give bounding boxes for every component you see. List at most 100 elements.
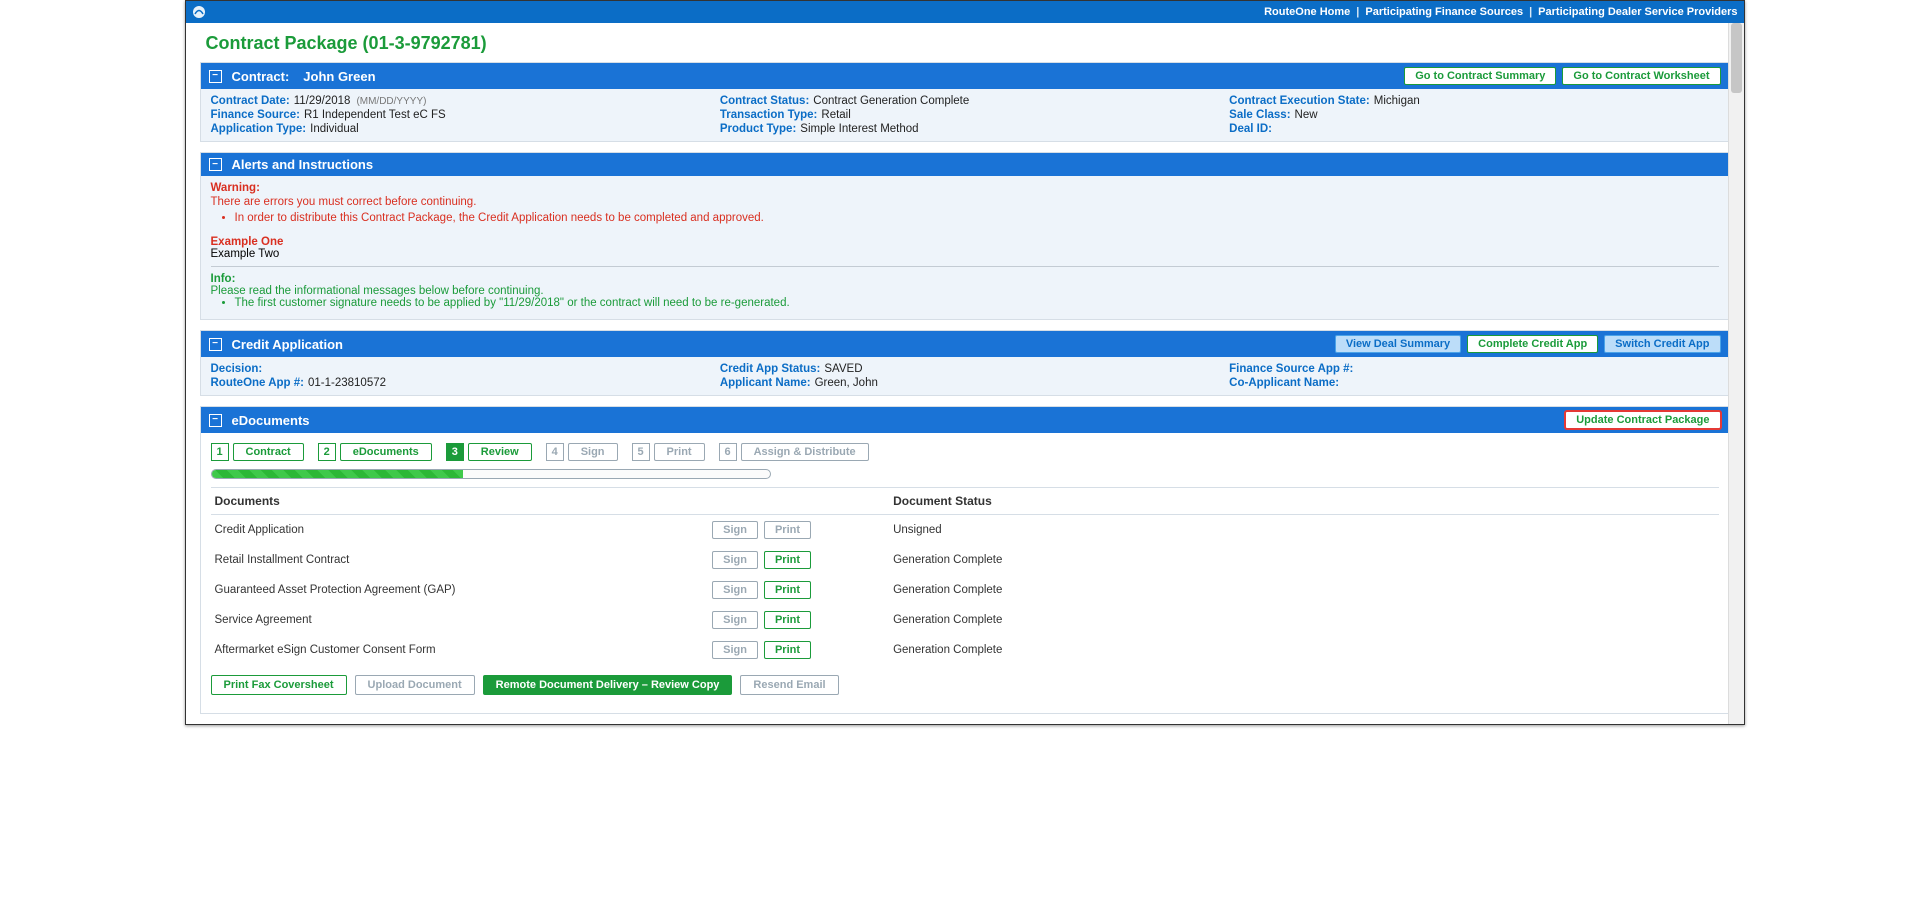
val-exec-state: Michigan bbox=[1374, 95, 1420, 107]
credit-app-grid: Decision: Credit App Status:SAVED Financ… bbox=[201, 357, 1729, 395]
lbl-coapplicant-name: Co-Applicant Name: bbox=[1229, 377, 1339, 389]
step-button[interactable]: eDocuments bbox=[340, 443, 432, 461]
col-status: Document Status bbox=[889, 488, 1718, 515]
doc-status: Generation Complete bbox=[889, 635, 1718, 665]
step-contract: 1Contract bbox=[211, 443, 304, 461]
step-assign-distribute: 6Assign & Distribute bbox=[719, 443, 869, 461]
warning-text: There are errors you must correct before… bbox=[211, 196, 1719, 208]
table-row: Retail Installment ContractSignPrintGene… bbox=[211, 545, 1719, 575]
hint-date-format: (MM/DD/YYYY) bbox=[356, 96, 426, 107]
collapse-icon[interactable]: − bbox=[209, 158, 222, 171]
progress-bar bbox=[211, 469, 771, 479]
view-deal-summary-button[interactable]: View Deal Summary bbox=[1335, 335, 1461, 353]
val-applicant-name: Green, John bbox=[815, 377, 878, 389]
collapse-icon[interactable]: − bbox=[209, 338, 222, 351]
section-alerts: − Alerts and Instructions Warning: There… bbox=[200, 152, 1730, 320]
doc-actions: Sign Print bbox=[708, 605, 889, 635]
sign-button: Sign bbox=[712, 521, 758, 539]
app-logo-icon bbox=[192, 5, 206, 19]
info-text: Please read the informational messages b… bbox=[211, 285, 1719, 297]
resend-email-button[interactable]: Resend Email bbox=[740, 675, 838, 695]
link-finance-sources[interactable]: Participating Finance Sources bbox=[1365, 6, 1523, 18]
table-row: Guaranteed Asset Protection Agreement (G… bbox=[211, 575, 1719, 605]
alerts-title: Alerts and Instructions bbox=[232, 157, 374, 172]
print-button: Print bbox=[764, 521, 811, 539]
lbl-fs-app: Finance Source App #: bbox=[1229, 363, 1353, 375]
print-button[interactable]: Print bbox=[764, 551, 811, 569]
print-fax-coversheet-button[interactable]: Print Fax Coversheet bbox=[211, 675, 347, 695]
lbl-deal-id: Deal ID: bbox=[1229, 123, 1272, 135]
contract-name: John Green bbox=[303, 69, 375, 84]
step-print: 5Print bbox=[632, 443, 705, 461]
section-header-contract: − Contract: John Green Go to Contract Su… bbox=[201, 63, 1729, 89]
contract-label: Contract: bbox=[232, 69, 290, 84]
link-dealer-providers[interactable]: Participating Dealer Service Providers bbox=[1538, 6, 1737, 18]
lbl-fin-source: Finance Source: bbox=[211, 109, 300, 121]
print-button[interactable]: Print bbox=[764, 641, 811, 659]
section-header-credit-app: − Credit Application View Deal Summary C… bbox=[201, 331, 1729, 357]
sign-button: Sign bbox=[712, 611, 758, 629]
scrollbar-thumb[interactable] bbox=[1731, 23, 1742, 93]
val-prod-type: Simple Interest Method bbox=[800, 123, 918, 135]
edocuments-body: 1Contract2eDocuments3Review4Sign5Print6A… bbox=[201, 433, 1729, 713]
col-documents: Documents bbox=[211, 488, 709, 515]
sign-button: Sign bbox=[712, 551, 758, 569]
remote-document-delivery-button[interactable]: Remote Document Delivery – Review Copy bbox=[483, 675, 733, 695]
info-title: Info: bbox=[211, 273, 1719, 285]
link-home[interactable]: RouteOne Home bbox=[1264, 6, 1350, 18]
step-number: 1 bbox=[211, 443, 229, 461]
lbl-contract-status: Contract Status: bbox=[720, 95, 809, 107]
val-trans-type: Retail bbox=[821, 109, 850, 121]
lbl-trans-type: Transaction Type: bbox=[720, 109, 818, 121]
lbl-app-type: Application Type: bbox=[211, 123, 307, 135]
doc-status: Unsigned bbox=[889, 515, 1718, 546]
sign-button: Sign bbox=[712, 641, 758, 659]
doc-status: Generation Complete bbox=[889, 605, 1718, 635]
section-header-alerts: − Alerts and Instructions bbox=[201, 153, 1729, 176]
complete-credit-app-button[interactable]: Complete Credit App bbox=[1467, 335, 1598, 353]
page-title: Contract Package (01-3-9792781) bbox=[186, 23, 1744, 62]
table-row: Service AgreementSign Print Generation Com… bbox=[211, 605, 1719, 635]
doc-status: Generation Complete bbox=[889, 575, 1718, 605]
step-review: 3Review bbox=[446, 443, 532, 461]
upload-document-button[interactable]: Upload Document bbox=[355, 675, 475, 695]
top-links: RouteOne Home | Participating Finance So… bbox=[1264, 6, 1737, 18]
doc-name: Guaranteed Asset Protection Agreement (G… bbox=[211, 575, 709, 605]
warning-bullet: In order to distribute this Contract Pac… bbox=[235, 212, 1719, 224]
progress-fill bbox=[212, 470, 463, 478]
step-edocuments: 2eDocuments bbox=[318, 443, 432, 461]
val-fin-source: R1 Independent Test eC FS bbox=[304, 109, 446, 121]
update-contract-package-button[interactable]: Update Contract Package bbox=[1565, 411, 1720, 429]
print-button[interactable]: Print bbox=[764, 611, 811, 629]
example-two: Example Two bbox=[211, 248, 1719, 260]
collapse-icon[interactable]: − bbox=[209, 414, 222, 427]
step-number: 6 bbox=[719, 443, 737, 461]
lbl-prod-type: Product Type: bbox=[720, 123, 796, 135]
step-button: Sign bbox=[568, 443, 618, 461]
collapse-icon[interactable]: − bbox=[209, 70, 222, 83]
lbl-sale-class: Sale Class: bbox=[1229, 109, 1290, 121]
step-button[interactable]: Contract bbox=[233, 443, 304, 461]
step-button[interactable]: Review bbox=[468, 443, 532, 461]
doc-name: Service Agreement bbox=[211, 605, 709, 635]
val-sale-class: New bbox=[1295, 109, 1318, 121]
doc-status: Generation Complete bbox=[889, 545, 1718, 575]
doc-actions: SignPrint bbox=[708, 575, 889, 605]
section-contract: − Contract: John Green Go to Contract Su… bbox=[200, 62, 1730, 142]
doc-name: Credit Application bbox=[211, 515, 709, 546]
section-edocuments: − eDocuments Update Contract Package 1Co… bbox=[200, 406, 1730, 714]
warning-title: Warning: bbox=[211, 182, 1719, 194]
edocuments-title: eDocuments bbox=[232, 413, 310, 428]
vertical-scrollbar[interactable] bbox=[1728, 23, 1744, 724]
doc-actions: Sign Print bbox=[708, 545, 889, 575]
col-actions bbox=[708, 488, 889, 515]
divider bbox=[211, 266, 1719, 267]
table-row: Aftermarket eSign Customer Consent FormS… bbox=[211, 635, 1719, 665]
info-bullet: The first customer signature needs to be… bbox=[235, 297, 1719, 309]
lbl-decision: Decision: bbox=[211, 363, 263, 375]
go-to-contract-worksheet-button[interactable]: Go to Contract Worksheet bbox=[1562, 67, 1720, 85]
switch-credit-app-button[interactable]: Switch Credit App bbox=[1604, 335, 1720, 353]
go-to-contract-summary-button[interactable]: Go to Contract Summary bbox=[1404, 67, 1556, 85]
print-button[interactable]: Print bbox=[764, 581, 811, 599]
val-r1-app: 01-1-23810572 bbox=[308, 377, 386, 389]
